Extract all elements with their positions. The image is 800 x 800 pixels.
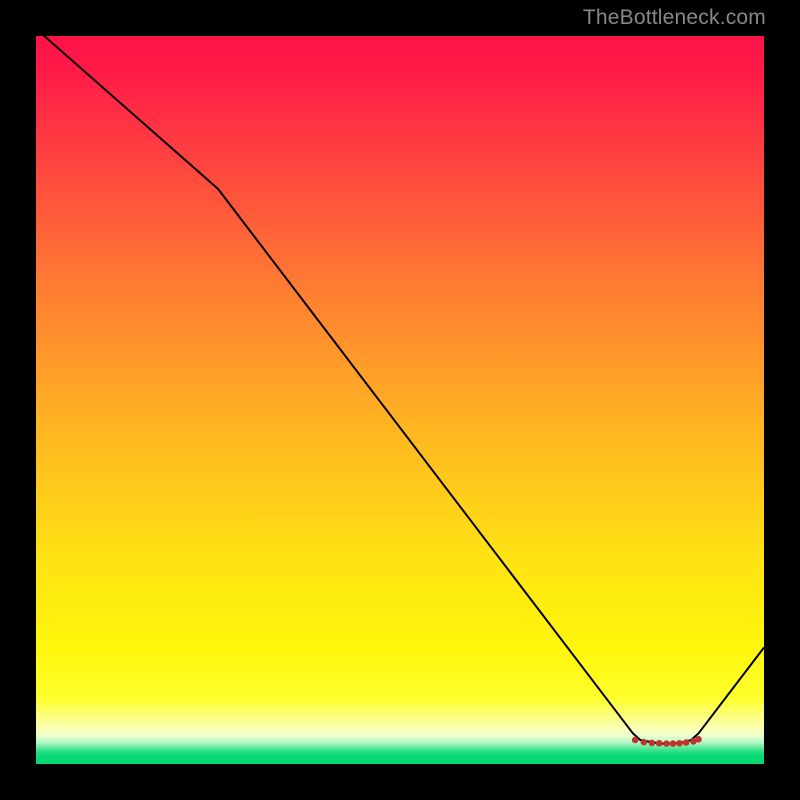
valley-marker xyxy=(683,739,690,746)
valley-marker xyxy=(656,740,663,747)
valley-marker xyxy=(632,737,639,744)
trace-line xyxy=(36,36,764,744)
valley-markers xyxy=(632,736,702,747)
plot-area xyxy=(36,36,764,764)
valley-marker xyxy=(695,736,702,743)
valley-marker xyxy=(663,740,670,747)
watermark-text: TheBottleneck.com xyxy=(583,6,766,30)
chart-frame: TheBottleneck.com xyxy=(0,0,800,800)
valley-marker xyxy=(670,740,677,747)
valley-marker xyxy=(676,740,683,747)
chart-svg xyxy=(36,36,764,764)
valley-marker xyxy=(649,740,656,747)
valley-marker xyxy=(641,739,648,746)
